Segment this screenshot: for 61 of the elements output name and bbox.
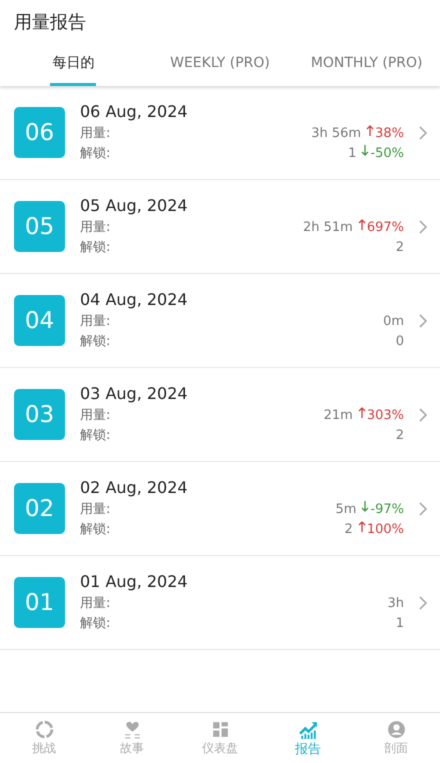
unlock-value: 2 xyxy=(396,428,404,442)
change-percent: 303% xyxy=(366,408,404,422)
tab[interactable]: WEEKLY (PRO) xyxy=(146,42,294,86)
usage-value: 3h xyxy=(387,596,404,610)
day-row[interactable]: 03 03 Aug, 2024 用量: 21m 303% 解锁: 2 xyxy=(0,368,440,462)
usage-label: 用量: xyxy=(80,407,110,424)
date-text: 04 Aug, 2024 xyxy=(80,290,188,309)
date-badge: 03 xyxy=(14,389,65,440)
date-badge: 01 xyxy=(14,577,65,628)
day-row[interactable]: 06 06 Aug, 2024 用量: 3h 56m 38% 解锁: 1 -50% xyxy=(0,86,440,180)
ring-icon xyxy=(34,719,54,740)
tab[interactable]: 每日的 xyxy=(0,42,147,86)
usage-label: 用量: xyxy=(80,125,110,142)
unlock-label: 解锁: xyxy=(80,427,110,444)
unlock-label: 解锁: xyxy=(80,521,110,538)
chevron-right-icon xyxy=(418,220,428,234)
change-percent: 38% xyxy=(375,126,404,140)
date-badge: 05 xyxy=(14,201,65,252)
usage-label: 用量: xyxy=(80,219,110,236)
profile-icon xyxy=(386,719,406,740)
date-badge: 02 xyxy=(14,483,65,534)
date-badge: 04 xyxy=(14,295,65,346)
date-text: 05 Aug, 2024 xyxy=(80,196,188,215)
day-row[interactable]: 05 05 Aug, 2024 用量: 2h 51m 697% 解锁: 2 xyxy=(0,180,440,274)
date-badge: 06 xyxy=(14,107,65,158)
date-text: 06 Aug, 2024 xyxy=(80,102,188,121)
chevron-right-icon xyxy=(418,502,428,516)
day-row[interactable]: 02 02 Aug, 2024 用量: 5m -97% 解锁: 2 100% xyxy=(0,462,440,556)
usage-value: 5m xyxy=(335,502,356,516)
unlock-value: 1 xyxy=(396,616,404,630)
usage-label: 用量: xyxy=(80,313,110,330)
unlock-label: 解锁: xyxy=(80,145,110,162)
usage-value: 21m xyxy=(324,408,353,422)
change-percent: 697% xyxy=(366,220,404,234)
tab[interactable]: MONTHLY (PRO) xyxy=(293,42,440,86)
usage-value: 0m xyxy=(383,314,404,328)
unlock-value: 0 xyxy=(396,334,404,348)
change-percent: 100% xyxy=(366,522,404,536)
chart-icon xyxy=(298,719,318,740)
unlock-label: 解锁: xyxy=(80,615,110,632)
unlock-value: 2 xyxy=(344,522,353,536)
date-text: 01 Aug, 2024 xyxy=(80,572,188,591)
unlock-value: 1 xyxy=(348,146,356,160)
chevron-right-icon xyxy=(418,126,428,140)
usage-label: 用量: xyxy=(80,501,110,518)
day-row[interactable]: 04 04 Aug, 2024 用量: 0m 解锁: 0 xyxy=(0,274,440,368)
unlock-label: 解锁: xyxy=(80,239,110,256)
chevron-right-icon xyxy=(418,408,428,422)
change-percent: -97% xyxy=(370,502,404,516)
day-row[interactable]: 01 01 Aug, 2024 用量: 3h 解锁: 1 xyxy=(0,556,440,650)
usage-label: 用量: xyxy=(80,595,110,612)
usage-value: 2h 51m xyxy=(302,220,353,234)
date-text: 03 Aug, 2024 xyxy=(80,384,188,403)
date-text: 02 Aug, 2024 xyxy=(80,478,188,497)
chevron-right-icon xyxy=(418,596,428,610)
chevron-right-icon xyxy=(418,314,428,328)
unlock-value: 2 xyxy=(396,240,404,254)
usage-value: 3h 56m xyxy=(311,126,362,140)
page-title: 用量报告 xyxy=(13,11,87,35)
change-percent: -50% xyxy=(370,146,404,160)
unlock-label: 解锁: xyxy=(80,333,110,350)
